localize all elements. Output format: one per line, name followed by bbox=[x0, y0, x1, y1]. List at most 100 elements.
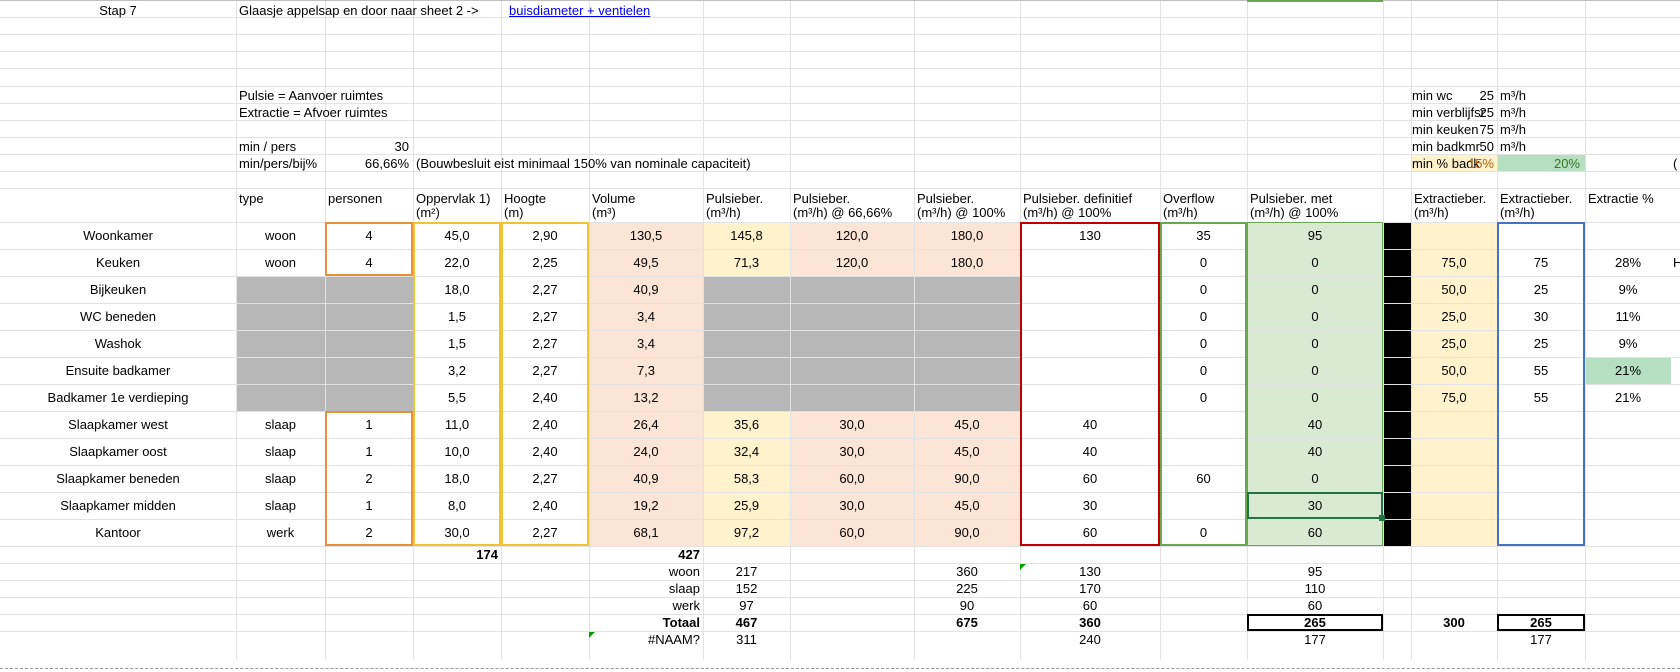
total-pmet[interactable]: 95 bbox=[1247, 564, 1383, 580]
cell-type[interactable]: slaap bbox=[236, 444, 325, 460]
room-name[interactable]: Washok bbox=[0, 336, 236, 352]
total-p100[interactable]: 675 bbox=[914, 615, 1020, 631]
cell-type[interactable]: slaap bbox=[236, 498, 325, 514]
total-p[interactable]: 152 bbox=[703, 581, 790, 597]
cell-pmet[interactable]: 0 bbox=[1247, 255, 1383, 271]
column-header[interactable]: Extractieber. bbox=[1500, 192, 1572, 206]
cell-vol[interactable]: 7,3 bbox=[589, 363, 703, 379]
column-header[interactable]: Pulsieber. bbox=[706, 192, 763, 206]
minimum-value[interactable]: 50 bbox=[1411, 139, 1494, 155]
total-pmet[interactable]: 265 bbox=[1247, 615, 1383, 631]
cell-p[interactable]: 35,6 bbox=[703, 417, 790, 433]
cell-opp[interactable]: 3,2 bbox=[413, 363, 501, 379]
cell-pct[interactable]: 21% bbox=[1585, 390, 1671, 406]
cell-p100[interactable]: 45,0 bbox=[914, 444, 1020, 460]
cell-pmet[interactable]: 0 bbox=[1247, 336, 1383, 352]
cell-p[interactable]: 25,9 bbox=[703, 498, 790, 514]
cell-opp[interactable]: 18,0 bbox=[413, 282, 501, 298]
instruction-text[interactable]: Glaasje appelsap en door naar sheet 2 -> bbox=[239, 3, 479, 19]
minimum-unit[interactable]: m³/h bbox=[1500, 88, 1526, 104]
cell-pdef[interactable]: 60 bbox=[1020, 525, 1160, 541]
total-label[interactable]: #NAAM? bbox=[589, 632, 700, 648]
cell-pmet[interactable]: 0 bbox=[1247, 363, 1383, 379]
total-p100[interactable]: 225 bbox=[914, 581, 1020, 597]
cell-pct[interactable]: 11% bbox=[1585, 309, 1671, 325]
cell-hoog[interactable]: 2,25 bbox=[501, 255, 589, 271]
fill-handle[interactable] bbox=[1379, 515, 1385, 521]
total-pmet[interactable]: 177 bbox=[1247, 632, 1383, 648]
cell-vol[interactable]: 19,2 bbox=[589, 498, 703, 514]
minimum-value2[interactable]: 20% bbox=[1497, 156, 1580, 172]
cell-p[interactable]: 32,4 bbox=[703, 444, 790, 460]
bij-value[interactable]: 66,66% bbox=[325, 156, 409, 172]
column-header[interactable]: Hoogte bbox=[504, 192, 546, 206]
cell-pers[interactable]: 2 bbox=[325, 471, 413, 487]
cell-p66[interactable]: 120,0 bbox=[790, 228, 914, 244]
room-name[interactable]: Badkamer 1e verdieping bbox=[0, 390, 236, 406]
cell-hoog[interactable]: 2,27 bbox=[501, 309, 589, 325]
room-name[interactable]: Ensuite badkamer bbox=[0, 363, 236, 379]
cell-over[interactable]: 60 bbox=[1160, 471, 1247, 487]
minimum-trailing[interactable]: ( bbox=[1673, 156, 1677, 172]
cell-hoog[interactable]: 2,40 bbox=[501, 498, 589, 514]
cell-ext2[interactable]: 25 bbox=[1497, 336, 1585, 352]
room-name[interactable]: Slaapkamer west bbox=[0, 417, 236, 433]
total-ext[interactable]: 300 bbox=[1411, 615, 1497, 631]
cell-p100[interactable]: 90,0 bbox=[914, 471, 1020, 487]
bij-note[interactable]: (Bouwbesluit eist minimaal 150% van nomi… bbox=[416, 156, 751, 172]
total-pdef[interactable]: 170 bbox=[1020, 581, 1160, 597]
cell-pdef[interactable]: 60 bbox=[1020, 471, 1160, 487]
cell-ext[interactable]: 25,0 bbox=[1411, 309, 1497, 325]
cell-pmet[interactable]: 95 bbox=[1247, 228, 1383, 244]
column-header[interactable]: Pulsieber. met bbox=[1250, 192, 1332, 206]
total-p[interactable]: 311 bbox=[703, 632, 790, 648]
cell-ext[interactable]: 25,0 bbox=[1411, 336, 1497, 352]
cell-type[interactable]: werk bbox=[236, 525, 325, 541]
pulsie-definition[interactable]: Pulsie = Aanvoer ruimtes bbox=[239, 88, 383, 104]
total-ext2[interactable]: 177 bbox=[1497, 632, 1585, 648]
cell-hoog[interactable]: 2,40 bbox=[501, 444, 589, 460]
cell-pct[interactable]: 9% bbox=[1585, 336, 1671, 352]
cell-pers[interactable]: 1 bbox=[325, 498, 413, 514]
cell-p[interactable]: 71,3 bbox=[703, 255, 790, 271]
cell-opp[interactable]: 11,0 bbox=[413, 417, 501, 433]
cell-opp[interactable]: 8,0 bbox=[413, 498, 501, 514]
total-label[interactable]: woon bbox=[589, 564, 700, 580]
cell-pers[interactable]: 4 bbox=[325, 228, 413, 244]
column-header[interactable]: Overflow bbox=[1163, 192, 1214, 206]
cell-over[interactable]: 0 bbox=[1160, 336, 1247, 352]
cell-p100[interactable]: 45,0 bbox=[914, 498, 1020, 514]
cell-p66[interactable]: 60,0 bbox=[790, 525, 914, 541]
cell-p66[interactable]: 30,0 bbox=[790, 498, 914, 514]
cell-type[interactable]: slaap bbox=[236, 471, 325, 487]
total-p[interactable]: 467 bbox=[703, 615, 790, 631]
total-pmet[interactable]: 110 bbox=[1247, 581, 1383, 597]
cell-pdef[interactable]: 40 bbox=[1020, 417, 1160, 433]
cell-hoog[interactable]: 2,27 bbox=[501, 471, 589, 487]
cell-p66[interactable]: 60,0 bbox=[790, 471, 914, 487]
cell-hoog[interactable]: 2,27 bbox=[501, 525, 589, 541]
cell-vol[interactable]: 13,2 bbox=[589, 390, 703, 406]
cell-opp[interactable]: 18,0 bbox=[413, 471, 501, 487]
cell-ext[interactable]: 50,0 bbox=[1411, 282, 1497, 298]
cell-ext[interactable]: 75,0 bbox=[1411, 390, 1497, 406]
cell-ext2[interactable]: 75 bbox=[1497, 255, 1585, 271]
cell-over[interactable]: 0 bbox=[1160, 309, 1247, 325]
column-header[interactable]: type bbox=[239, 192, 264, 206]
room-name[interactable]: Keuken bbox=[0, 255, 236, 271]
cell-vol[interactable]: 40,9 bbox=[589, 282, 703, 298]
cell-pmet[interactable]: 60 bbox=[1247, 525, 1383, 541]
cell-opp[interactable]: 1,5 bbox=[413, 309, 501, 325]
cell-over[interactable]: 0 bbox=[1160, 525, 1247, 541]
cell-pers[interactable]: 4 bbox=[325, 255, 413, 271]
column-header[interactable]: Pulsieber. bbox=[793, 192, 850, 206]
room-name[interactable]: Woonkamer bbox=[0, 228, 236, 244]
cell-ext2[interactable]: 55 bbox=[1497, 363, 1585, 379]
cell-p100[interactable]: 180,0 bbox=[914, 228, 1020, 244]
bij-label[interactable]: min/pers/bij% bbox=[239, 156, 317, 172]
cell-opp[interactable]: 5,5 bbox=[413, 390, 501, 406]
cell-pct[interactable]: 9% bbox=[1585, 282, 1671, 298]
cell-vol[interactable]: 130,5 bbox=[589, 228, 703, 244]
column-header[interactable]: Extractie % bbox=[1588, 192, 1654, 206]
cell-p[interactable]: 145,8 bbox=[703, 228, 790, 244]
